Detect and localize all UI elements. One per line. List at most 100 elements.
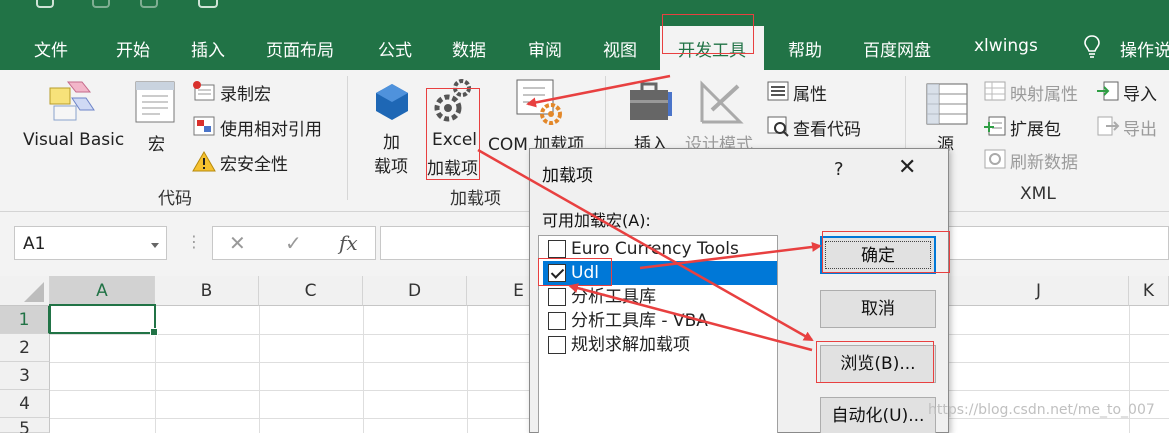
available-addins-label: 可用加载宏(A): [542, 211, 651, 230]
tab-xlwings[interactable]: xlwings [974, 36, 1038, 56]
addins-button[interactable]: 加 [383, 128, 400, 153]
tab-help[interactable]: 帮助 [788, 36, 822, 61]
close-icon[interactable]: ✕ [898, 155, 916, 180]
map-properties-button[interactable]: 映射属性 [1010, 80, 1078, 105]
tab-view[interactable]: 视图 [603, 36, 637, 61]
column-header-b[interactable]: B [155, 276, 259, 306]
warning-icon [192, 151, 216, 172]
import-button[interactable]: 导入 [1123, 80, 1157, 105]
macros-icon [135, 81, 175, 123]
annotation-box-ok [822, 231, 950, 273]
list-item-label: 分析工具库 - VBA [571, 311, 708, 331]
cancel-button[interactable]: 取消 [820, 290, 936, 328]
tab-formulas[interactable]: 公式 [378, 36, 412, 61]
macros-button[interactable]: 宏 [148, 130, 165, 155]
macro-security-button[interactable]: 宏安全性 [220, 150, 288, 175]
visual-basic-button[interactable]: Visual Basic [23, 130, 124, 150]
annotation-box-udl-checkbox [538, 258, 612, 286]
expansion-packs-button[interactable]: 扩展包 [1010, 115, 1061, 140]
column-header-d[interactable]: D [363, 276, 467, 306]
formula-buttons: ✕ ✓ fx [212, 226, 376, 260]
group-label-addins: 加载项 [450, 189, 501, 209]
column-header-a[interactable]: A [50, 276, 155, 306]
list-item-label: Euro Currency Tools [571, 239, 739, 259]
list-item-analysis-toolpak-vba[interactable]: 分析工具库 - VBA [543, 309, 777, 333]
record-macro-icon [193, 81, 215, 101]
list-item-label: 规划求解加载项 [571, 335, 690, 355]
view-code-button[interactable]: 查看代码 [793, 115, 861, 140]
use-relative-refs-button[interactable]: 使用相对引用 [220, 115, 322, 140]
annotation-box-browse [816, 341, 934, 383]
save-icon[interactable] [36, 0, 54, 8]
column-header-k[interactable]: K [1129, 276, 1169, 306]
tab-data[interactable]: 数据 [452, 36, 486, 61]
confirm-entry-icon[interactable]: ✓ [285, 231, 302, 255]
expansion-packs-icon [984, 116, 1006, 136]
automation-button[interactable]: 自动化(U)... [820, 397, 936, 433]
cancel-entry-icon[interactable]: ✕ [229, 231, 246, 255]
tab-insert[interactable]: 插入 [191, 36, 225, 61]
tab-page-layout[interactable]: 页面布局 [266, 36, 334, 61]
insert-function-icon[interactable]: fx [339, 231, 358, 255]
refresh-data-icon [984, 149, 1006, 169]
annotation-box-developer-tab [662, 14, 754, 54]
grid-column-line [363, 306, 364, 433]
ribbon-tab-bar: 文件 开始 插入 页面布局 公式 数据 审阅 视图 开发工具 帮助 百度网盘 x… [0, 24, 1169, 70]
view-code-icon [767, 116, 789, 137]
drag-handle-icon[interactable]: ⋮ [186, 232, 202, 251]
relative-refs-icon [193, 116, 215, 136]
record-macro-button[interactable]: 录制宏 [220, 80, 271, 105]
row-header-1[interactable]: 1 [0, 306, 50, 334]
column-header-j[interactable]: J [949, 276, 1129, 306]
redo-icon[interactable] [140, 0, 158, 8]
tab-tell-me[interactable]: 操作说 [1120, 36, 1169, 61]
visual-basic-icon [49, 81, 95, 121]
row-header-2[interactable]: 2 [0, 334, 50, 362]
insert-controls-icon [630, 82, 672, 120]
row-header-3[interactable]: 3 [0, 362, 50, 390]
group-separator [347, 76, 348, 200]
select-all-corner[interactable] [0, 276, 50, 306]
title-bar [0, 0, 1169, 24]
tab-home[interactable]: 开始 [116, 36, 150, 61]
grid-column-line [259, 306, 260, 433]
addins-button-line2: 载项 [374, 157, 408, 177]
list-item-label: 分析工具库 [571, 287, 656, 307]
tab-baidu-netdisk[interactable]: 百度网盘 [863, 36, 931, 61]
active-cell-a1[interactable] [49, 304, 158, 336]
group-label-xml: XML [1020, 184, 1056, 204]
tab-review[interactable]: 审阅 [528, 36, 562, 61]
checkbox[interactable] [548, 240, 566, 258]
properties-icon [767, 81, 789, 101]
select-all-icon [24, 282, 44, 302]
tab-file[interactable]: 文件 [34, 36, 68, 61]
checkbox[interactable] [548, 336, 566, 354]
checkbox[interactable] [548, 288, 566, 306]
help-icon[interactable]: ? [834, 159, 844, 180]
list-item-analysis-toolpak[interactable]: 分析工具库 [543, 285, 777, 309]
row-header-4[interactable]: 4 [0, 390, 50, 418]
row-header-5[interactable]: 5 [0, 418, 50, 433]
lightbulb-icon[interactable] [1084, 34, 1100, 60]
properties-button[interactable]: 属性 [793, 80, 827, 105]
undo-icon[interactable] [92, 0, 110, 8]
refresh-data-button[interactable]: 刷新数据 [1010, 148, 1078, 173]
design-mode-icon [700, 80, 744, 124]
dialog-title: 加载项 [542, 166, 593, 186]
watermark: https://blog.csdn.net/me_to_007 [928, 402, 1155, 418]
checkbox[interactable] [548, 312, 566, 330]
export-button[interactable]: 导出 [1123, 115, 1157, 140]
name-box[interactable]: A1 [14, 226, 167, 260]
export-icon [1097, 116, 1120, 136]
annotation-box-excel-addins [426, 88, 480, 180]
column-header-c[interactable]: C [259, 276, 363, 306]
list-item-solver-addin[interactable]: 规划求解加载项 [543, 333, 777, 357]
group-label-code: 代码 [158, 189, 192, 209]
import-icon [1097, 81, 1119, 101]
chevron-down-icon[interactable] [151, 243, 159, 248]
camera-icon[interactable] [198, 0, 218, 8]
xml-source-icon [926, 83, 968, 125]
addins-dialog: 加载项 ? ✕ 可用加载宏(A): Euro Currency Tools Ud… [529, 148, 949, 433]
map-properties-icon [984, 81, 1006, 101]
com-addins-icon [516, 79, 562, 125]
